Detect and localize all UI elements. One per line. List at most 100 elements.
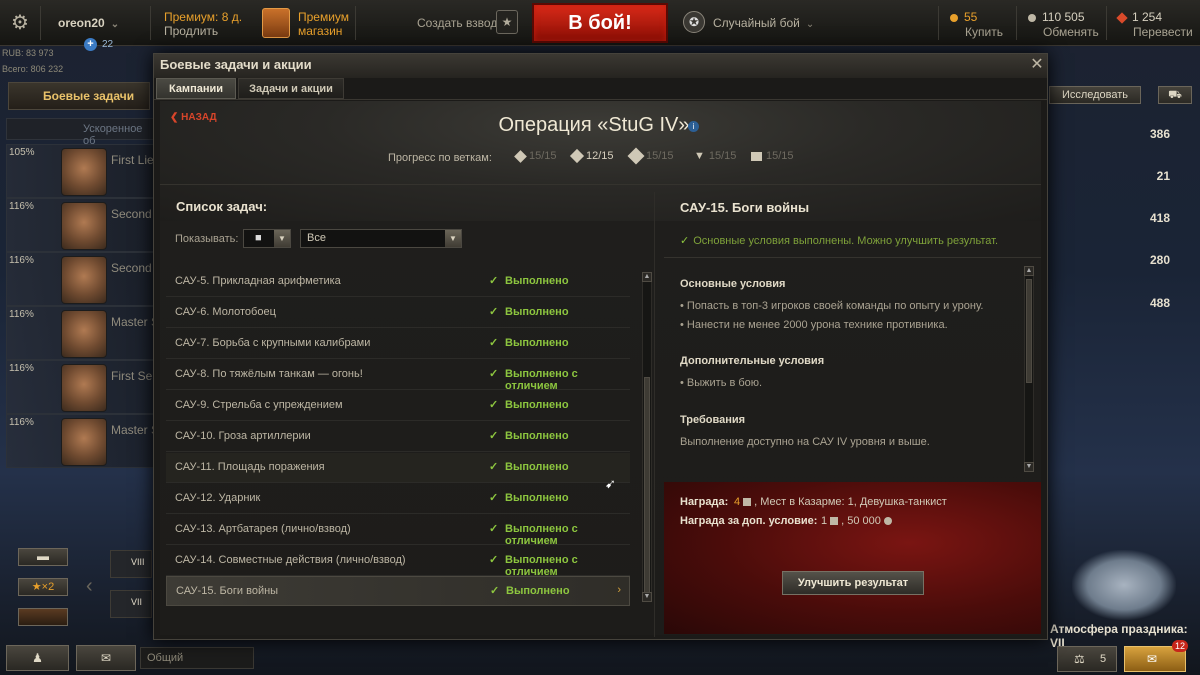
task-row[interactable]: САУ-5. Прикладная арифметика ✓ Выполнено — [166, 267, 630, 297]
crew-member[interactable]: 116% First Ser — [6, 360, 156, 414]
exchange-link[interactable]: Обменять — [1043, 25, 1099, 39]
battle-button[interactable]: В бой! — [532, 3, 668, 43]
branch-progress[interactable]: 12/15 — [569, 149, 614, 164]
branch-progress[interactable]: ▼ 15/15 — [694, 150, 736, 162]
carousel-tank[interactable]: VIII — [110, 550, 152, 578]
check-icon: ✓ — [489, 306, 499, 318]
scroll-thumb[interactable] — [644, 377, 650, 595]
research-button[interactable]: Исследовать — [1049, 86, 1141, 104]
status-filter-dropdown[interactable]: Все ▼ — [300, 229, 462, 248]
task-name: САУ-11. Площадь поражения — [175, 461, 325, 473]
x2-filter-button[interactable]: ★×2 — [18, 578, 68, 596]
chevron-left-icon: ❮ — [170, 112, 182, 123]
branch-filter-dropdown[interactable]: ■ ▼ — [243, 229, 291, 248]
chat-input[interactable]: Общий — [140, 647, 254, 669]
divider — [1016, 6, 1017, 40]
compare-tank-button[interactable]: ⛟ — [1158, 86, 1192, 104]
window-title: Боевые задачи и акции — [154, 54, 1047, 78]
battle-mode-icon[interactable]: ✪ — [683, 11, 705, 33]
scroll-up-icon[interactable]: ▲ — [642, 272, 652, 282]
task-list-scrollbar[interactable]: ▲ ▼ — [642, 272, 652, 602]
buy-gold-link[interactable]: Купить — [965, 25, 1003, 39]
task-status: Выполнено — [505, 461, 569, 473]
back-button[interactable]: ❮ НАЗАД — [170, 112, 217, 123]
reward-value: 4 , Мест в Казарме: 1, Девушка-танкист — [734, 496, 947, 508]
diamond-icon — [514, 149, 527, 163]
task-row[interactable]: САУ-6. Молотобоец ✓ Выполнено — [166, 298, 630, 328]
crew-member[interactable]: 116% Second — [6, 252, 156, 306]
extra-reward-rest: , 50 000 — [841, 515, 881, 527]
crew-member[interactable]: 116% Master S — [6, 414, 159, 468]
task-row[interactable]: САУ-14. Совместные действия (лично/взвод… — [166, 546, 630, 578]
shop-bag-icon[interactable] — [262, 8, 290, 38]
credits-icon — [1028, 13, 1036, 22]
task-detail-status: ✓ Основные условия выполнены. Можно улучш… — [680, 234, 998, 247]
gear-icon[interactable]: ⚙ — [8, 11, 32, 35]
convert-xp-link[interactable]: Перевести — [1133, 25, 1193, 39]
info-icon[interactable]: i — [688, 121, 699, 132]
crew-member[interactable]: 105% First Lie — [6, 144, 156, 198]
premium-shop-label[interactable]: Премиум — [298, 10, 349, 24]
scroll-down-icon[interactable]: ▼ — [1024, 462, 1034, 472]
task-row[interactable]: САУ-9. Стрельба с упреждением ✓ Выполнено — [166, 391, 630, 421]
battle-mode-select[interactable]: Случайный бой ⌄ — [713, 16, 814, 30]
star-icon — [1116, 12, 1128, 24]
check-icon: ✓ — [489, 461, 499, 473]
platoon-icon[interactable]: ★ — [496, 10, 518, 34]
task-status: Выполнено — [505, 306, 569, 318]
close-icon[interactable]: ✕ — [1028, 55, 1046, 75]
improve-result-button[interactable]: Улучшить результат — [782, 571, 924, 595]
task-name: САУ-9. Стрельба с упреждением — [175, 399, 343, 411]
accelerated-training-bar[interactable]: Ускоренное об — [6, 118, 156, 147]
chevron-down-icon: ⌄ — [805, 19, 815, 30]
crew-portrait — [61, 310, 107, 358]
crew-member[interactable]: 116% Second — [6, 198, 156, 252]
task-row[interactable]: САУ-8. По тяжёлым танкам — огонь! ✓ Выполн… — [166, 360, 630, 392]
premium-extend-link[interactable]: Продлить — [164, 24, 218, 38]
branch-progress[interactable]: 15/15 — [627, 147, 674, 165]
task-row[interactable]: САУ-12. Ударник ✓ Выполнено — [166, 484, 630, 514]
main-conditions-heading: Основные условия — [680, 278, 786, 290]
premium-filter-button[interactable] — [18, 608, 68, 626]
premium-shop-label-2[interactable]: магазин — [298, 24, 342, 38]
scroll-thumb[interactable] — [1026, 279, 1032, 383]
tab-campaigns[interactable]: Кампании — [156, 78, 236, 99]
branch-progress[interactable]: 15/15 — [751, 150, 794, 162]
total-balance: Всего: 806 232 — [2, 64, 64, 74]
tank-filter-button[interactable]: ▬ — [18, 548, 68, 566]
task-row[interactable]: САУ-7. Борьба с крупными калибрами ✓ Выпол… — [166, 329, 630, 359]
credits-amount: 110 505 — [1028, 10, 1085, 24]
scroll-down-icon[interactable]: ▼ — [642, 592, 652, 602]
crew-member[interactable]: 116% Master S — [6, 306, 159, 360]
create-platoon-label[interactable]: Создать взвод — [417, 16, 497, 30]
gold-icon — [950, 13, 958, 22]
task-name: САУ-10. Гроза артиллерии — [175, 430, 311, 442]
branch-progress[interactable]: 15/15 — [514, 149, 557, 163]
chat-icon: ✉ — [100, 651, 112, 665]
username[interactable]: oreon20 ⌄ — [58, 16, 119, 30]
check-icon: ✓ — [489, 275, 499, 287]
task-status: Выполнено с отличием — [505, 523, 578, 547]
carousel-tank[interactable]: VII — [110, 590, 152, 618]
conditions-scrollbar[interactable]: ▲ ▼ — [1024, 266, 1034, 472]
scales-button[interactable]: ⚖ 5 — [1057, 646, 1117, 672]
task-row[interactable]: САУ-10. Гроза артиллерии ✓ Выполнено — [166, 422, 630, 452]
token-icon — [743, 498, 752, 507]
triple-diamond-icon — [627, 147, 645, 165]
task-row[interactable]: САУ-13. Артбатарея (лично/взвод) ✓ Выполне… — [166, 515, 630, 547]
event-tank-image[interactable] — [1072, 550, 1176, 620]
task-row[interactable]: САУ-11. Площадь поражения ✓ Выполнено — [166, 453, 630, 483]
chat-channels-button[interactable]: ✉ — [76, 645, 136, 671]
square-icon — [751, 151, 762, 161]
person-icon: ♟ — [32, 651, 43, 665]
scroll-up-icon[interactable]: ▲ — [1024, 266, 1034, 276]
battle-tasks-button[interactable]: Боевые задачи — [8, 82, 150, 110]
service-record-button[interactable]: ♟ — [6, 645, 69, 671]
tab-tasks-and-promos[interactable]: Задачи и акции — [238, 78, 344, 99]
task-row-selected[interactable]: САУ-15. Боги войны ✓ Выполнено › — [166, 576, 630, 606]
battle-tasks-window: Боевые задачи и акции ✕ Кампании Задачи … — [153, 53, 1048, 640]
condition-item: • Выжить в бою. — [680, 377, 763, 389]
task-list: САУ-5. Прикладная арифметика ✓ Выполнено С… — [166, 267, 638, 607]
plus-icon[interactable]: + — [84, 38, 97, 51]
carousel-left-icon[interactable]: ‹ — [86, 575, 93, 598]
